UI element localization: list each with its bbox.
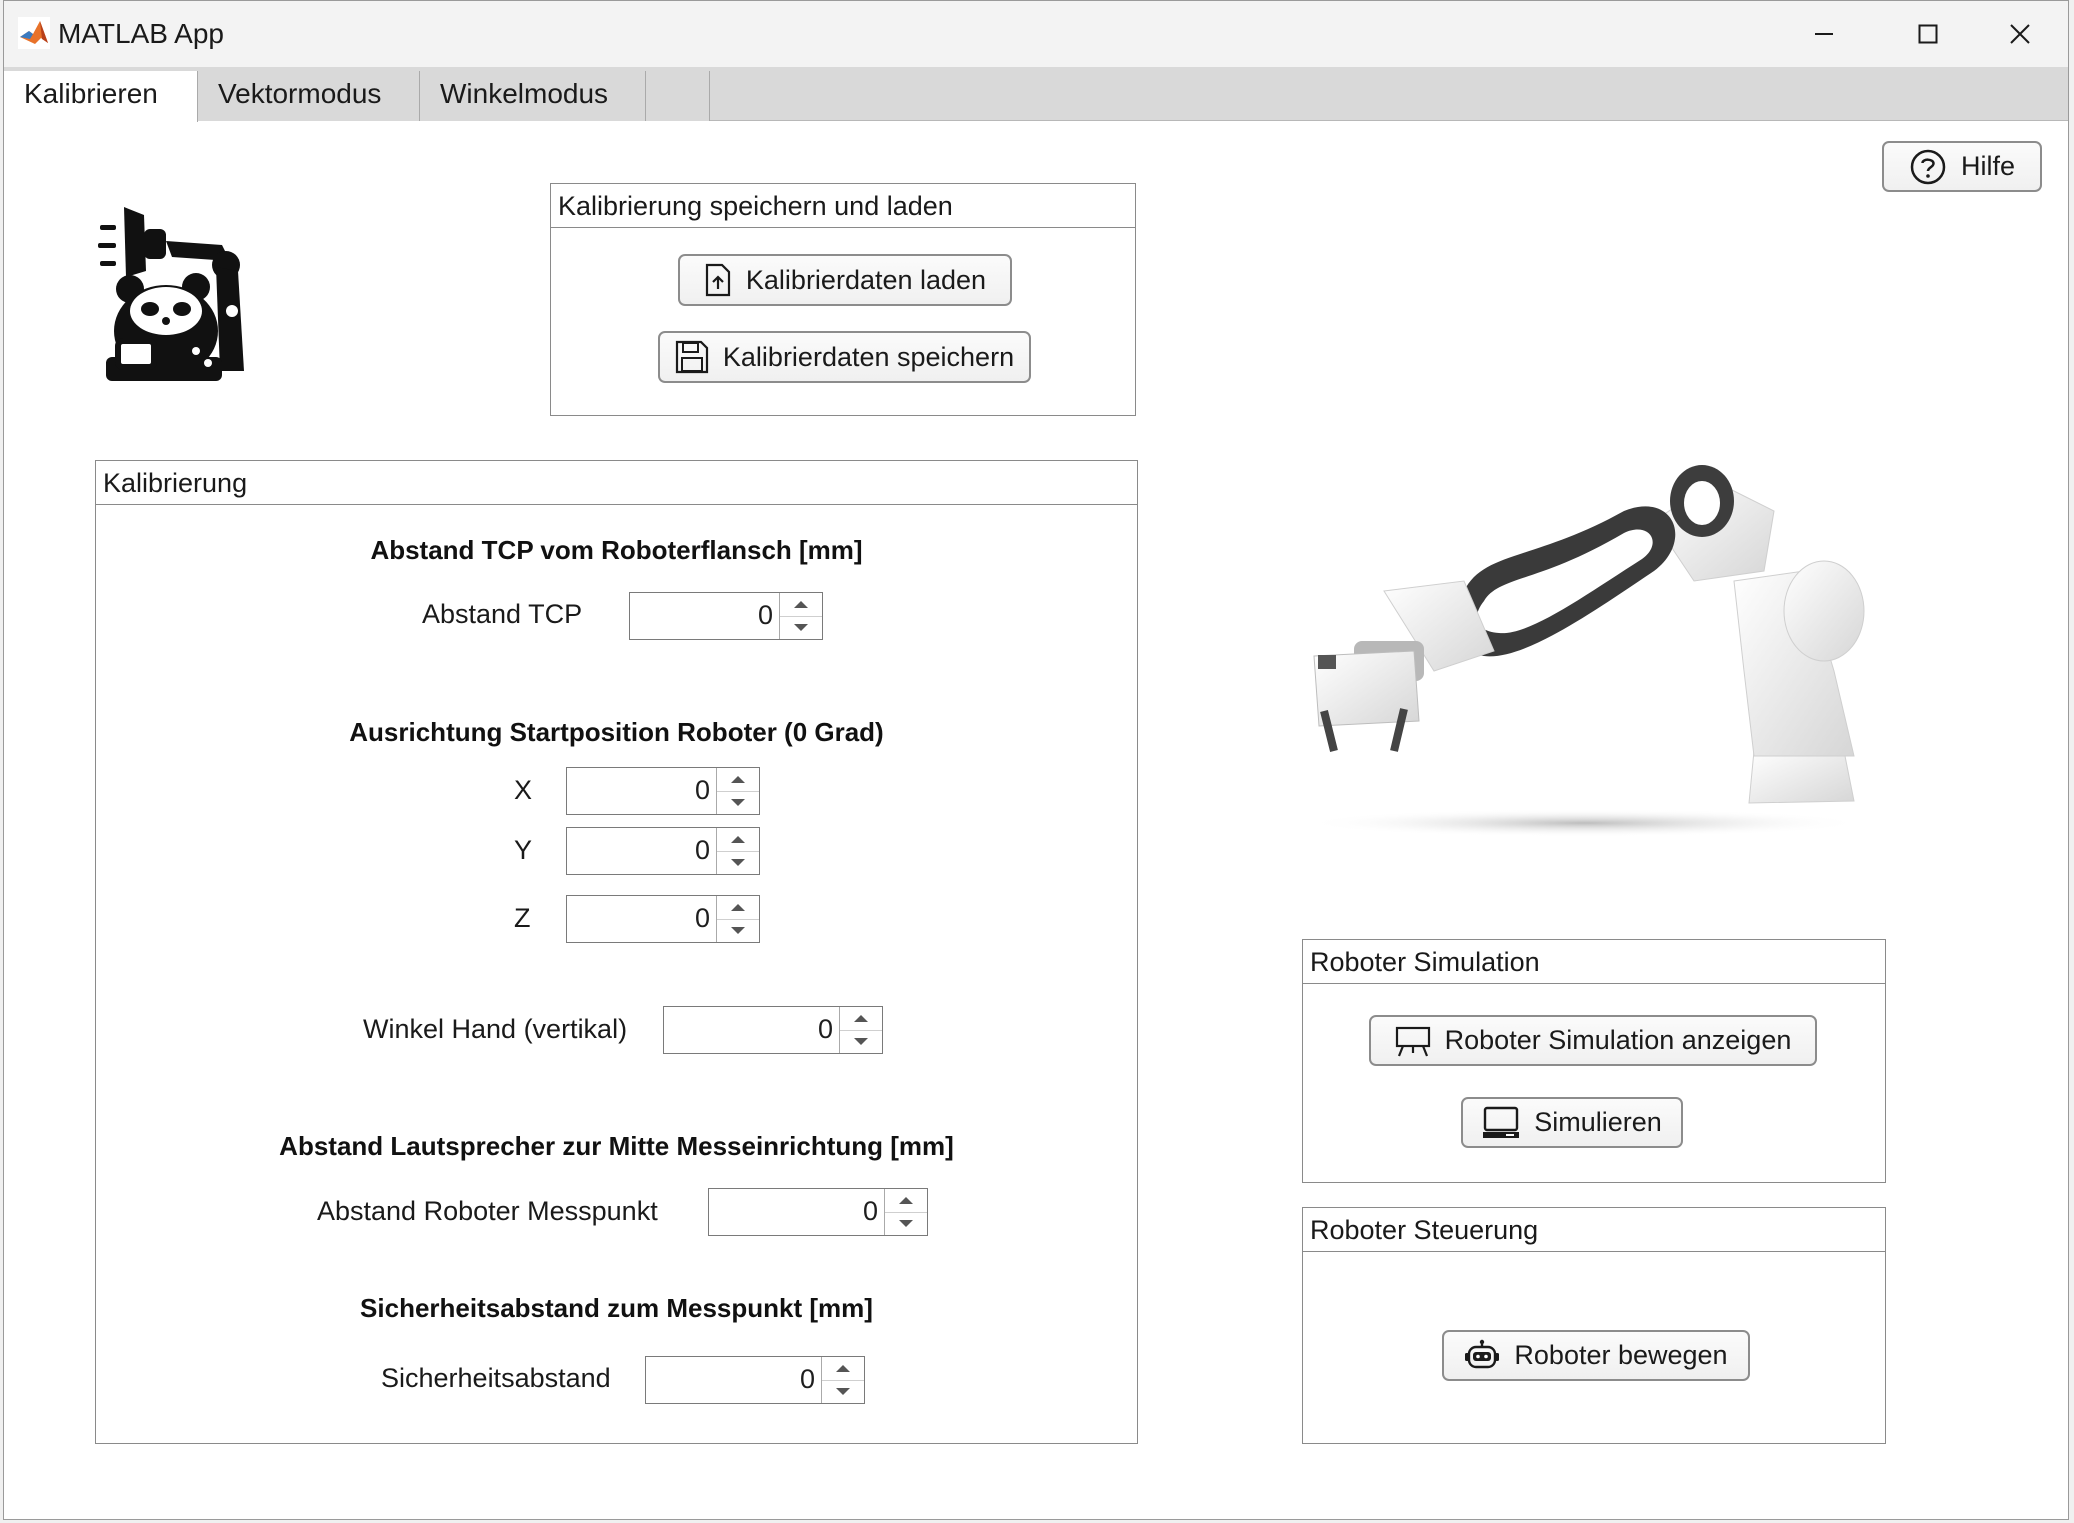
z-label: Z xyxy=(514,903,531,933)
window-title: MATLAB App xyxy=(58,18,225,49)
hand-angle-label: Winkel Hand (vertikal) xyxy=(363,1014,628,1044)
triangle-down-icon xyxy=(836,1388,850,1396)
save-load-panel: Kalibrierung speichern und laden Kalibri… xyxy=(550,183,1136,416)
hand-angle-input[interactable]: 0 xyxy=(664,1007,840,1053)
maximize-icon xyxy=(1918,24,1938,44)
tab-vektormodus[interactable]: Vektormodus xyxy=(198,71,420,121)
triangle-up-icon xyxy=(836,1364,850,1372)
triangle-up-icon xyxy=(731,775,745,783)
measure-distance-input[interactable]: 0 xyxy=(709,1189,885,1235)
measure-distance-spinner: 0 xyxy=(708,1188,928,1236)
tab-bar: Kalibrieren Vektormodus Winkelmodus xyxy=(4,67,2068,122)
help-button[interactable]: Hilfe xyxy=(1882,141,2042,192)
safety-distance-increment[interactable] xyxy=(822,1357,864,1380)
maximize-button[interactable] xyxy=(1878,1,1978,67)
save-load-panel-title: Kalibrierung speichern und laden xyxy=(551,184,1135,228)
save-calibration-label: Kalibrierdaten speichern xyxy=(722,341,1015,372)
triangle-up-icon xyxy=(794,600,808,608)
triangle-up-icon xyxy=(899,1196,913,1204)
safety-distance-spinner: 0 xyxy=(645,1356,865,1404)
safety-distance-heading: Sicherheitsabstand zum Messpunkt [mm] xyxy=(360,1293,873,1323)
triangle-down-icon xyxy=(854,1038,868,1046)
x-label: X xyxy=(514,775,533,805)
calibration-panel: Kalibrierung Abstand TCP vom Roboterflan… xyxy=(95,460,1138,1444)
y-increment[interactable] xyxy=(717,828,759,851)
move-robot-label: Roboter bewegen xyxy=(1514,1340,1728,1370)
safety-distance-decrement[interactable] xyxy=(822,1379,864,1404)
safety-distance-label: Sicherheitsabstand xyxy=(381,1363,611,1393)
tcp-spinner: 0 xyxy=(629,592,823,640)
simulate-button[interactable]: Simulieren xyxy=(1461,1097,1683,1148)
x-decrement[interactable] xyxy=(717,790,759,815)
triangle-down-icon xyxy=(731,927,745,935)
file-upload-icon xyxy=(705,263,731,297)
speaker-distance-heading: Abstand Lautsprecher zur Mitte Messeinri… xyxy=(279,1131,954,1161)
computer-icon xyxy=(1483,1106,1520,1138)
close-button[interactable] xyxy=(1970,1,2068,67)
matlab-icon xyxy=(18,17,50,49)
tcp-increment[interactable] xyxy=(780,593,822,616)
title-bar: MATLAB App xyxy=(4,1,2068,67)
triangle-up-icon xyxy=(731,903,745,911)
calibration-panel-title: Kalibrierung xyxy=(96,461,1137,505)
y-decrement[interactable] xyxy=(717,850,759,875)
minimize-icon xyxy=(1815,33,1833,35)
z-input[interactable]: 0 xyxy=(567,896,717,942)
triangle-up-icon xyxy=(854,1014,868,1022)
load-calibration-label: Kalibrierdaten laden xyxy=(745,264,987,295)
minimize-button[interactable] xyxy=(1774,1,1874,67)
simulation-panel-title: Roboter Simulation xyxy=(1303,940,1885,984)
triangle-down-icon xyxy=(899,1220,913,1228)
measure-distance-decrement[interactable] xyxy=(885,1211,927,1236)
x-spinner: 0 xyxy=(566,767,760,815)
y-input[interactable]: 0 xyxy=(567,828,717,874)
hand-angle-spinner: 0 xyxy=(663,1006,883,1054)
triangle-down-icon xyxy=(731,859,745,867)
tcp-decrement[interactable] xyxy=(780,615,822,640)
orientation-heading: Ausrichtung Startposition Roboter (0 Gra… xyxy=(349,717,884,747)
triangle-down-icon xyxy=(794,624,808,632)
tcp-heading: Abstand TCP vom Roboterflansch [mm] xyxy=(370,535,863,565)
close-icon xyxy=(2010,24,2030,44)
robot-arm-image xyxy=(1304,465,1865,837)
load-calibration-button[interactable]: Kalibrierdaten laden xyxy=(678,254,1012,306)
y-label: Y xyxy=(514,835,533,865)
floppy-disk-icon xyxy=(675,340,709,374)
y-spinner: 0 xyxy=(566,827,760,875)
x-input[interactable]: 0 xyxy=(567,768,717,814)
tab-empty[interactable] xyxy=(646,71,710,121)
panda-robot-arm-logo xyxy=(98,207,244,381)
simulation-panel: Roboter Simulation Roboter Simulation an… xyxy=(1302,939,1886,1183)
triangle-up-icon xyxy=(731,835,745,843)
control-panel: Roboter Steuerung Roboter bewegen xyxy=(1302,1207,1886,1444)
hand-angle-increment[interactable] xyxy=(840,1007,882,1030)
z-spinner: 0 xyxy=(566,895,760,943)
tab-winkelmodus[interactable]: Winkelmodus xyxy=(420,71,646,121)
z-decrement[interactable] xyxy=(717,918,759,943)
simulate-label: Simulieren xyxy=(1534,1107,1662,1137)
safety-distance-input[interactable]: 0 xyxy=(646,1357,822,1403)
show-simulation-button[interactable]: Roboter Simulation anzeigen xyxy=(1369,1015,1817,1066)
x-increment[interactable] xyxy=(717,768,759,791)
show-simulation-label: Roboter Simulation anzeigen xyxy=(1444,1025,1792,1055)
presentation-board-icon xyxy=(1395,1026,1430,1056)
robot-icon xyxy=(1465,1339,1500,1368)
tab-kalibrieren[interactable]: Kalibrieren xyxy=(4,71,198,122)
measure-distance-increment[interactable] xyxy=(885,1189,927,1212)
triangle-down-icon xyxy=(731,799,745,807)
tcp-input[interactable]: 0 xyxy=(630,593,780,639)
question-circle-icon xyxy=(1910,149,1946,184)
app-window: MATLAB App Kalibrieren Vektormodus Winke… xyxy=(3,0,2069,1520)
measure-distance-label: Abstand Roboter Messpunkt xyxy=(317,1196,658,1226)
save-calibration-button[interactable]: Kalibrierdaten speichern xyxy=(658,331,1031,383)
tcp-label: Abstand TCP xyxy=(422,599,583,629)
help-label: Hilfe xyxy=(1960,151,2015,181)
z-increment[interactable] xyxy=(717,896,759,919)
control-panel-title: Roboter Steuerung xyxy=(1303,1208,1885,1252)
hand-angle-decrement[interactable] xyxy=(840,1029,882,1054)
move-robot-button[interactable]: Roboter bewegen xyxy=(1442,1330,1750,1381)
